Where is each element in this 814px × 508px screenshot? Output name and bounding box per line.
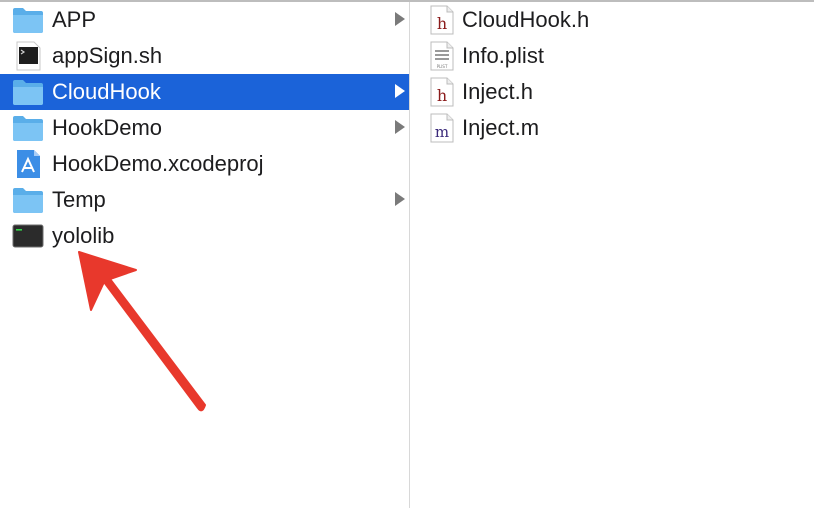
- list-item-xcodeproj[interactable]: HookDemo.xcodeproj: [0, 146, 409, 182]
- header-file-icon: h: [430, 77, 454, 107]
- list-item-temp[interactable]: Temp: [0, 182, 409, 218]
- list-item-label: Temp: [52, 187, 106, 212]
- chevron-right-icon[interactable]: [395, 12, 405, 26]
- folder-icon: [13, 8, 43, 33]
- list-item-label: Info.plist: [462, 43, 544, 68]
- terminal-script-icon: [16, 41, 41, 71]
- chevron-right-icon[interactable]: [395, 84, 405, 98]
- unix-executable-icon: [12, 224, 44, 248]
- svg-text:h: h: [437, 86, 447, 105]
- list-item-app[interactable]: APP: [0, 2, 409, 38]
- list-item-label: Inject.h: [462, 79, 533, 104]
- xcode-project-icon: [17, 150, 40, 178]
- list-item-label: CloudHook.h: [462, 7, 590, 32]
- list-item-cloudhook-h[interactable]: h CloudHook.h: [410, 2, 814, 38]
- list-item-label: CloudHook: [52, 79, 161, 104]
- chevron-right-icon[interactable]: [395, 120, 405, 134]
- list-item-cloudhook[interactable]: CloudHook: [0, 74, 409, 110]
- folder-icon: [13, 188, 43, 213]
- list-item-hookdemo[interactable]: HookDemo: [0, 110, 409, 146]
- list-item-label: appSign.sh: [52, 43, 163, 68]
- folder-icon: [13, 80, 43, 105]
- list-item-appsign[interactable]: appSign.sh: [0, 38, 409, 74]
- list-item-inject-h[interactable]: h Inject.h: [410, 74, 814, 110]
- svg-text:PLIST: PLIST: [437, 64, 448, 69]
- list-item-label: Inject.m: [462, 115, 540, 140]
- list-item-label: APP: [52, 7, 97, 32]
- folder-icon: [13, 116, 43, 141]
- svg-text:h: h: [437, 14, 447, 33]
- svg-text:m: m: [435, 123, 449, 141]
- list-item-yololib[interactable]: yololib: [0, 218, 409, 254]
- plist-file-icon: PLIST: [430, 41, 454, 71]
- objc-source-file-icon: m: [430, 113, 454, 143]
- chevron-right-icon[interactable]: [395, 192, 405, 206]
- list-item-label: yololib: [52, 223, 115, 248]
- finder-column-right[interactable]: h CloudHook.h PLIST Info.plist h Inject.…: [410, 2, 814, 508]
- list-item-inject-m[interactable]: m Inject.m: [410, 110, 814, 146]
- header-file-icon: h: [430, 5, 454, 35]
- list-item-label: HookDemo.xcodeproj: [52, 151, 264, 176]
- list-item-info-plist[interactable]: PLIST Info.plist: [410, 38, 814, 74]
- finder-column-left[interactable]: APP appSign.sh CloudHook HookDemo HookDe…: [0, 2, 409, 508]
- list-item-label: HookDemo: [52, 115, 163, 140]
